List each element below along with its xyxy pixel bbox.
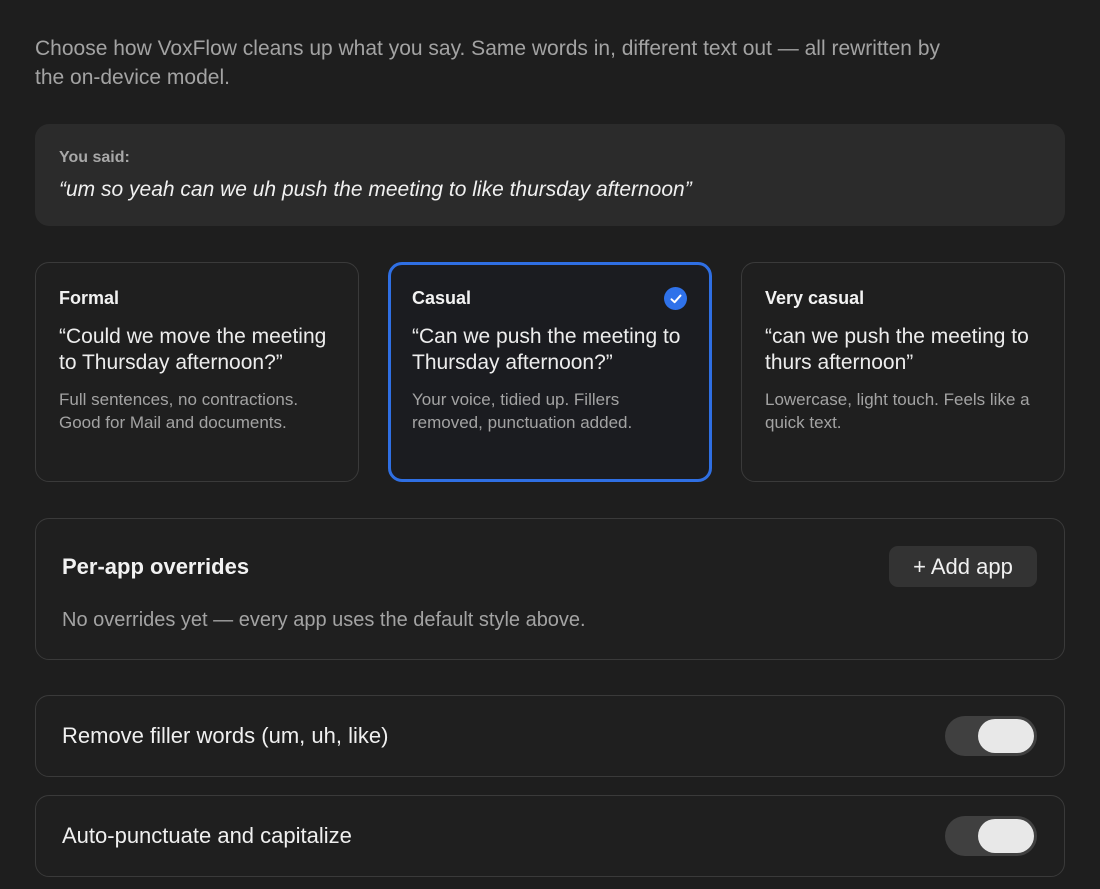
overrides-empty-text: No overrides yet — every app uses the de… xyxy=(62,609,586,631)
per-app-overrides-panel: Per-app overrides + Add app No overrides… xyxy=(35,518,1065,660)
style-description: Full sentences, no contractions. Good fo… xyxy=(59,390,299,432)
style-name: Very casual xyxy=(765,288,865,308)
auto-punctuate-toggle[interactable] xyxy=(945,816,1037,856)
style-name: Casual xyxy=(412,288,472,308)
add-app-button[interactable]: + Add app xyxy=(889,546,1037,587)
intro-text: Choose how VoxFlow cleans up what you sa… xyxy=(35,37,940,89)
you-said-label: You said: xyxy=(59,149,130,166)
style-example: “can we push the meeting to thurs aftern… xyxy=(765,325,1029,374)
style-name: Formal xyxy=(59,288,120,308)
remove-filler-words-row: Remove filler words (um, uh, like) xyxy=(35,695,1065,777)
style-example: “Could we move the meeting to Thursday a… xyxy=(59,325,327,374)
toggle-knob xyxy=(978,819,1034,853)
auto-punctuate-row: Auto-punctuate and capitalize xyxy=(35,795,1065,877)
overrides-title: Per-app overrides xyxy=(62,554,250,579)
toggle-label: Auto-punctuate and capitalize xyxy=(62,823,352,848)
remove-filler-words-toggle[interactable] xyxy=(945,716,1037,756)
you-said-quote: “um so yeah can we uh push the meeting t… xyxy=(59,178,692,201)
toggle-label: Remove filler words (um, uh, like) xyxy=(62,723,389,748)
dictation-style-settings: Choose how VoxFlow cleans up what you sa… xyxy=(0,0,1100,889)
style-description: Your voice, tidied up. Fillers removed, … xyxy=(412,390,633,432)
toggle-knob xyxy=(978,719,1034,753)
style-card-casual[interactable]: Casual “Can we push the meeting to Thurs… xyxy=(388,262,712,482)
style-card-formal[interactable]: Formal “Could we move the meeting to Thu… xyxy=(35,262,359,482)
checkmark-icon xyxy=(664,287,687,310)
style-example: “Can we push the meeting to Thursday aft… xyxy=(412,325,681,374)
you-said-panel: You said: “um so yeah can we uh push the… xyxy=(35,124,1065,226)
style-card-very-casual[interactable]: Very casual “can we push the meeting to … xyxy=(741,262,1065,482)
style-description: Lowercase, light touch. Feels like a qui… xyxy=(765,390,1030,432)
